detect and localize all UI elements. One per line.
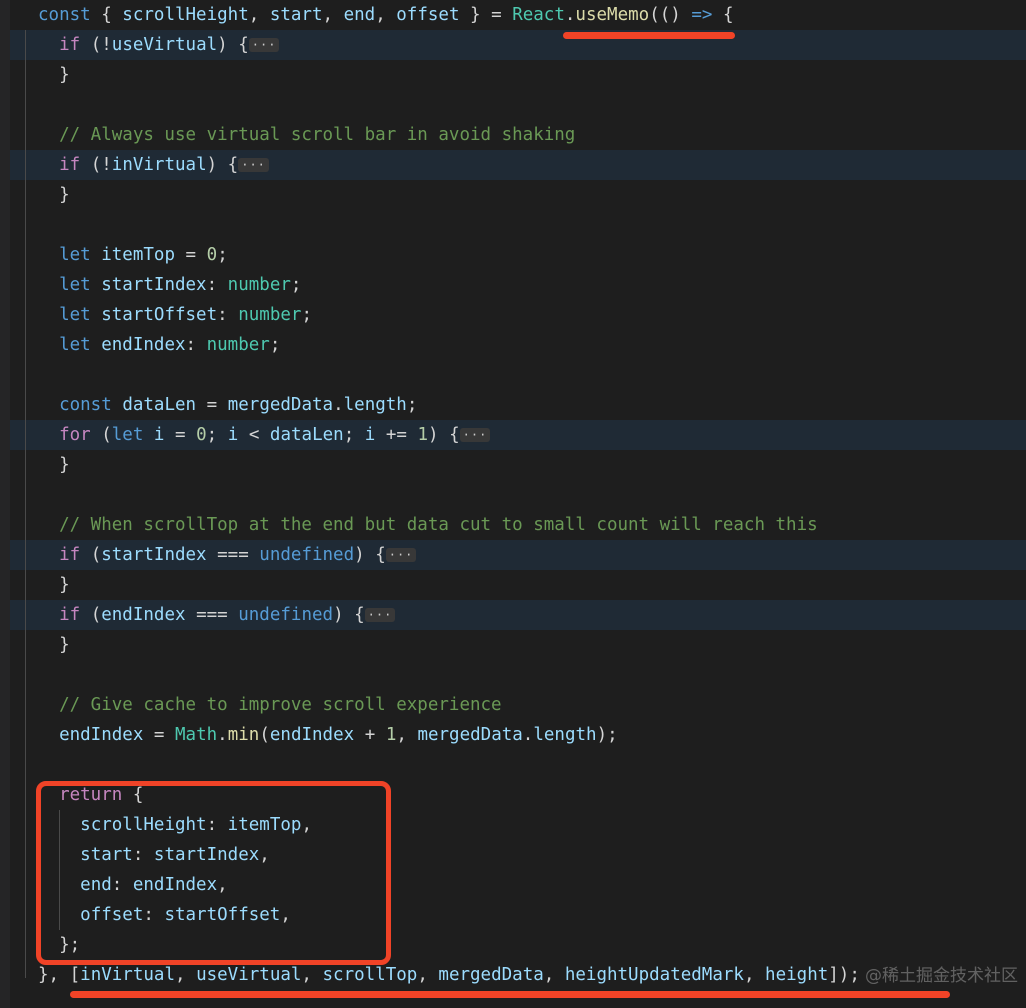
annotation-underline-deps [70, 991, 950, 998]
code-line: // Give cache to improve scroll experien… [59, 695, 502, 715]
code-line: for (let i = 0; i < dataLen; i += 1) {··… [0, 420, 1026, 450]
code-line: } [59, 65, 70, 85]
code-line: offset: startOffset, [80, 905, 291, 925]
code-line: scrollHeight: itemTop, [80, 815, 312, 835]
code-line: }; [59, 935, 81, 955]
code-line: if (!useVirtual) {··· [0, 30, 1026, 60]
code-line: if (endIndex === undefined) {··· [0, 600, 1026, 630]
code-line: const dataLen = mergedData.length; [59, 395, 418, 415]
code-line: if (!inVirtual) {··· [0, 150, 1026, 180]
code-line: return { [59, 785, 144, 805]
code-line: endIndex = Math.min(endIndex + 1, merged… [59, 725, 618, 745]
code-line: let startIndex: number; [59, 275, 302, 295]
code-line: // When scrollTop at the end but data cu… [59, 515, 818, 535]
code-line: const { scrollHeight, start, end, offset… [38, 5, 734, 25]
code-line: let startOffset: number; [59, 305, 312, 325]
code-line: start: startIndex, [80, 845, 270, 865]
code-line: // Always use virtual scroll bar in avoi… [59, 125, 576, 145]
code-line: } [59, 185, 70, 205]
code-line: } [59, 635, 70, 655]
code-line: if (startIndex === undefined) {··· [0, 540, 1026, 570]
watermark: @稀土掘金技术社区 [865, 966, 1018, 986]
code-line: let endIndex: number; [59, 335, 281, 355]
annotation-underline-usememo [563, 32, 735, 39]
code-lines: const { scrollHeight, start, end, offset… [0, 0, 1026, 990]
code-line: } [59, 455, 70, 475]
code-line: } [59, 575, 70, 595]
editor-gutter [0, 0, 10, 1008]
code-line: let itemTop = 0; [59, 245, 228, 265]
code-editor: const { scrollHeight, start, end, offset… [0, 0, 1026, 1008]
code-line: end: endIndex, [80, 875, 228, 895]
